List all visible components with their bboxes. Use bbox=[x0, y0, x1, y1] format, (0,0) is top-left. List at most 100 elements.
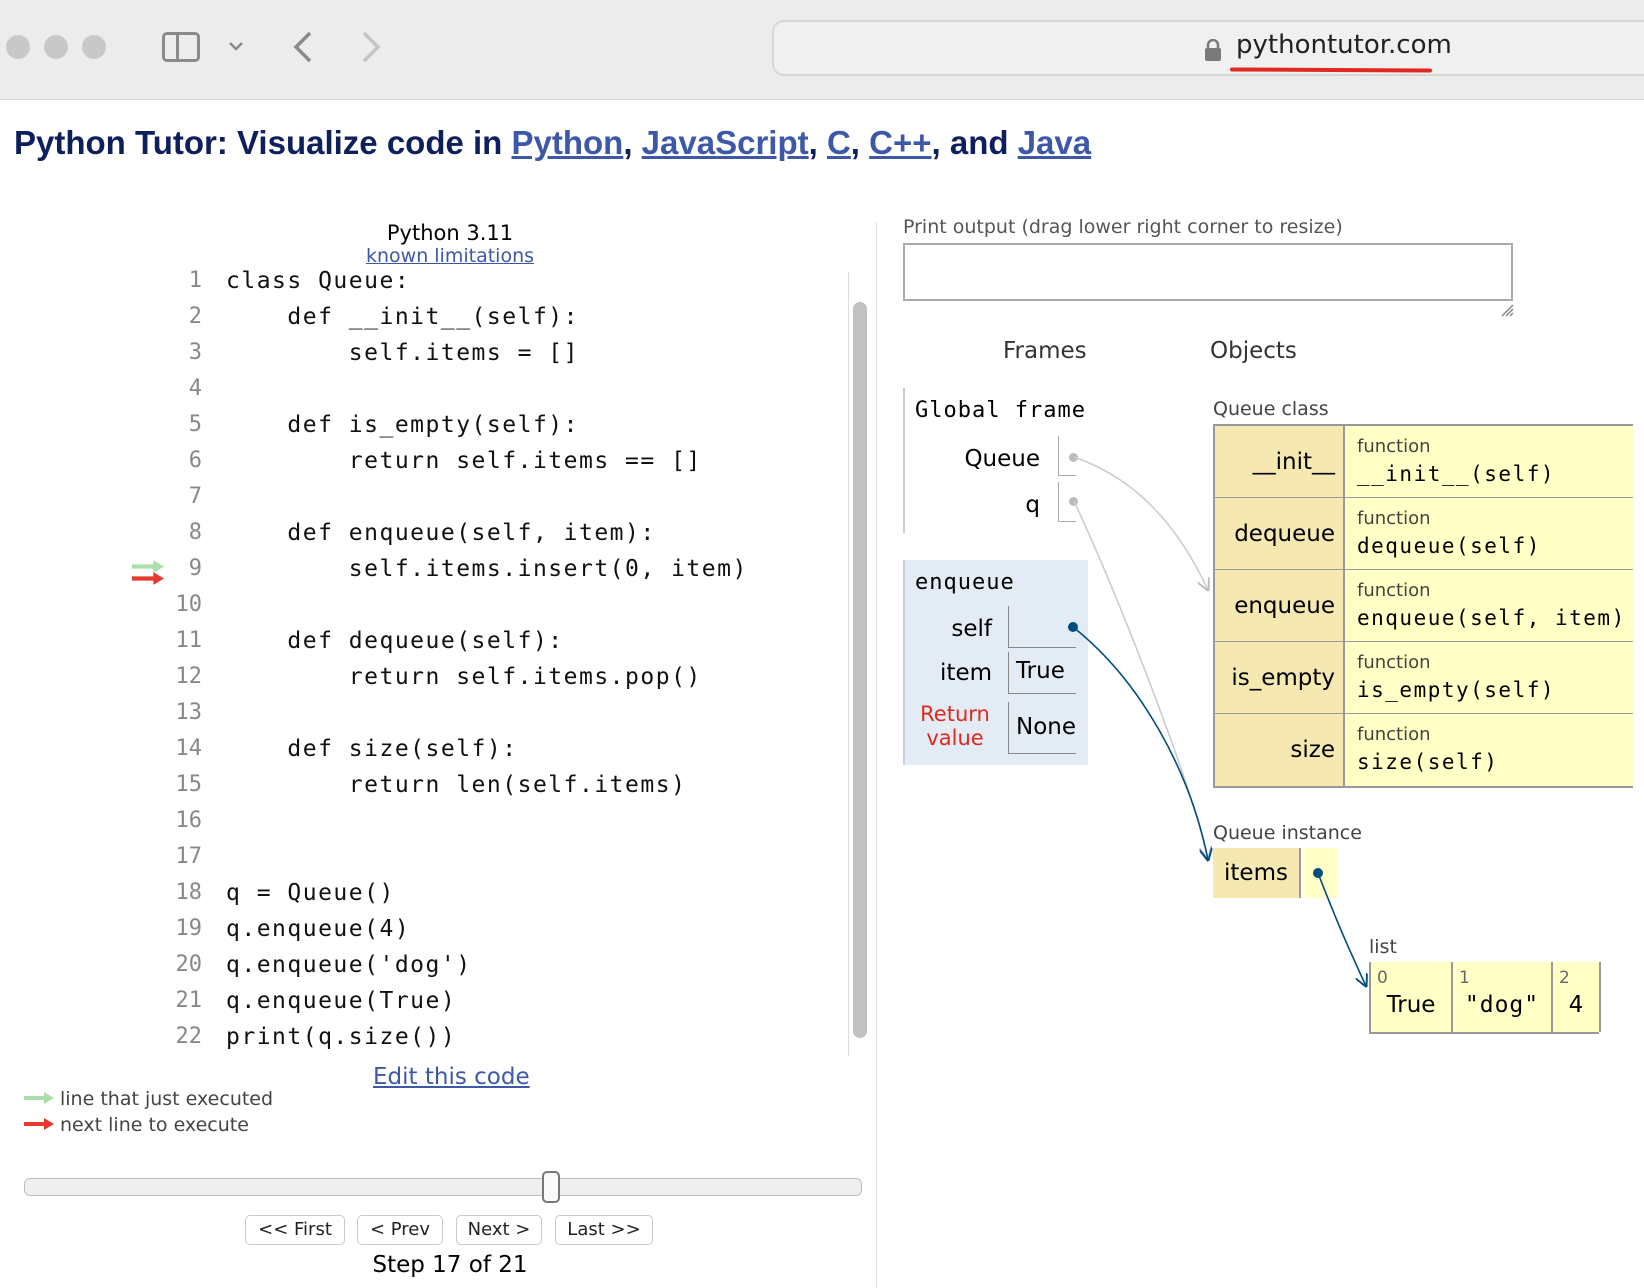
frames-header: Frames bbox=[1003, 338, 1087, 364]
language-version: Python 3.11 bbox=[386, 221, 514, 245]
line-number: 7 bbox=[188, 484, 202, 509]
code-scrollbar[interactable] bbox=[848, 272, 870, 1056]
line-number: 8 bbox=[188, 520, 202, 545]
forward-arrow-icon[interactable] bbox=[360, 30, 382, 64]
code-line: 15 return len(self.items) bbox=[160, 772, 840, 808]
method-name: size bbox=[1215, 714, 1345, 786]
frame-slot-item: True bbox=[1008, 652, 1076, 694]
java-link[interactable]: Java bbox=[1018, 124, 1091, 161]
code-line: 17 bbox=[160, 844, 840, 880]
function-type-label: function bbox=[1357, 652, 1431, 673]
function-type-label: function bbox=[1357, 508, 1431, 529]
prev-button[interactable]: < Prev bbox=[357, 1215, 443, 1245]
code-text: class Queue: bbox=[226, 268, 411, 294]
browser-toolbar: pythontutor.com bbox=[0, 0, 1644, 100]
cpp-link[interactable]: C++ bbox=[869, 124, 931, 161]
list-cell: 24 bbox=[1553, 962, 1601, 1032]
method-name: is_empty bbox=[1215, 642, 1345, 713]
title-separator: , bbox=[850, 124, 870, 161]
code-text: q.enqueue(True) bbox=[226, 988, 457, 1014]
javascript-link[interactable]: JavaScript bbox=[642, 124, 809, 161]
url-text[interactable]: pythontutor.com bbox=[1236, 30, 1452, 60]
line-number: 10 bbox=[175, 592, 203, 617]
code-text: self.items.insert(0, item) bbox=[226, 556, 748, 582]
global-var-queue: Queue bbox=[964, 446, 1040, 472]
minimize-window-button[interactable] bbox=[44, 35, 68, 59]
code-line: 22 print(q.size()) bbox=[160, 1024, 840, 1060]
code-line: 2 def __init__(self): bbox=[160, 304, 840, 340]
code-line: 9 self.items.insert(0, item) bbox=[160, 556, 840, 592]
code-line: 5 def is_empty(self): bbox=[160, 412, 840, 448]
list-value: "dog" bbox=[1464, 992, 1540, 1018]
method-value: function enqueue(self, item) bbox=[1345, 570, 1633, 641]
code-text: def size(self): bbox=[226, 736, 518, 762]
page-title: Python Tutor: Visualize code in Python , … bbox=[14, 124, 1091, 162]
slider-handle[interactable] bbox=[542, 1171, 560, 1203]
enqueue-frame-title: enqueue bbox=[915, 570, 1015, 595]
title-separator: , and bbox=[931, 124, 1018, 161]
class-method-row: __init__ function __init__(self) bbox=[1215, 426, 1633, 498]
class-method-row: dequeue function dequeue(self) bbox=[1215, 498, 1633, 570]
line-number: 18 bbox=[175, 880, 203, 905]
step-slider[interactable] bbox=[24, 1171, 862, 1203]
code-line: 3 self.items = [] bbox=[160, 340, 840, 376]
code-text: return self.items == [] bbox=[226, 448, 702, 474]
known-limitations-link[interactable]: known limitations bbox=[300, 245, 600, 267]
print-output-box[interactable] bbox=[903, 243, 1513, 301]
code-line: 16 bbox=[160, 808, 840, 844]
code-text: def enqueue(self, item): bbox=[226, 520, 656, 546]
line-number: 20 bbox=[175, 952, 203, 977]
next-button[interactable]: Next > bbox=[456, 1215, 542, 1245]
function-signature: __init__(self) bbox=[1357, 462, 1556, 486]
code-line: 13 bbox=[160, 700, 840, 736]
line-number: 2 bbox=[188, 304, 202, 329]
chevron-down-icon[interactable] bbox=[228, 40, 244, 52]
code-line: 14 def size(self): bbox=[160, 736, 840, 772]
line-number: 22 bbox=[175, 1024, 203, 1049]
back-arrow-icon[interactable] bbox=[292, 30, 314, 64]
code-line: 21 q.enqueue(True) bbox=[160, 988, 840, 1024]
next-line-arrow-icon bbox=[132, 572, 164, 585]
class-method-row: size function size(self) bbox=[1215, 714, 1633, 786]
first-button[interactable]: << First bbox=[245, 1215, 345, 1245]
list-label: list bbox=[1369, 936, 1397, 958]
method-value: function dequeue(self) bbox=[1345, 498, 1633, 569]
frame-var-self: self bbox=[951, 616, 992, 642]
title-separator: , bbox=[623, 124, 642, 161]
scrollbar-thumb[interactable] bbox=[853, 302, 867, 1038]
return-label-line1: Return bbox=[920, 702, 990, 726]
title-prefix: Python Tutor: Visualize code in bbox=[14, 124, 512, 161]
code-line: 4 bbox=[160, 376, 840, 412]
function-type-label: function bbox=[1357, 724, 1431, 745]
code-line: 1 class Queue: bbox=[160, 268, 840, 304]
list-value: 4 bbox=[1568, 992, 1584, 1018]
resize-grip-icon[interactable] bbox=[1500, 303, 1514, 317]
code-line: 12 return self.items.pop() bbox=[160, 664, 840, 700]
sidebar-toggle-icon[interactable] bbox=[162, 32, 200, 62]
last-button[interactable]: Last >> bbox=[555, 1215, 653, 1245]
return-value-label: Return value bbox=[900, 702, 1010, 750]
code-text: def dequeue(self): bbox=[226, 628, 564, 654]
pointer-dot bbox=[1069, 497, 1078, 506]
method-value: function is_empty(self) bbox=[1345, 642, 1633, 713]
panel-divider bbox=[876, 222, 877, 1288]
global-var-q: q bbox=[1025, 492, 1040, 518]
code-text: return len(self.items) bbox=[226, 772, 687, 798]
line-number: 19 bbox=[175, 916, 203, 941]
method-value: function __init__(self) bbox=[1345, 426, 1633, 497]
function-signature: enqueue(self, item) bbox=[1357, 606, 1626, 630]
line-number: 16 bbox=[175, 808, 203, 833]
python-link[interactable]: Python bbox=[512, 124, 624, 161]
queue-class-label: Queue class bbox=[1213, 398, 1329, 420]
instance-attr-value bbox=[1303, 848, 1337, 898]
c-link[interactable]: C bbox=[827, 124, 851, 161]
close-window-button[interactable] bbox=[6, 35, 30, 59]
edit-code-link[interactable]: Edit this code bbox=[373, 1064, 530, 1090]
zoom-window-button[interactable] bbox=[82, 35, 106, 59]
frame-slot-return: None bbox=[1008, 702, 1076, 754]
code-text: self.items = [] bbox=[226, 340, 579, 366]
line-number: 5 bbox=[188, 412, 202, 437]
code-line: 11 def dequeue(self): bbox=[160, 628, 840, 664]
code-line: 10 bbox=[160, 592, 840, 628]
frame-slot-self bbox=[1008, 606, 1076, 648]
